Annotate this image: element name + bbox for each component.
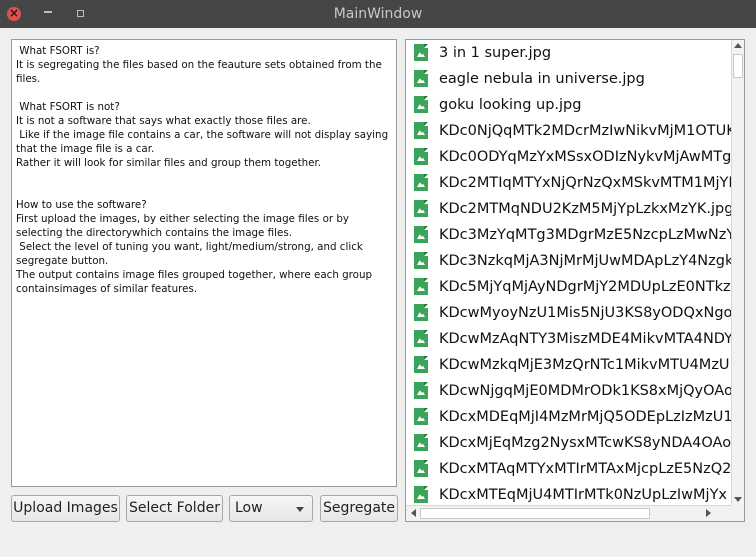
image-file-icon xyxy=(414,174,428,191)
scroll-left-icon[interactable] xyxy=(411,509,416,517)
vertical-scrollbar[interactable] xyxy=(731,40,744,505)
image-file-icon xyxy=(414,486,428,503)
list-item[interactable]: KDc2MTMqNDU2KzM5MjYpLzkxMzYK.jpg xyxy=(406,196,732,222)
image-file-icon xyxy=(414,434,428,451)
scroll-up-icon[interactable] xyxy=(734,43,742,48)
image-file-icon xyxy=(414,200,428,217)
list-item[interactable]: KDc3NzkqMjA3NjMrMjUwMDApLzY4Nzgk xyxy=(406,248,732,274)
list-item[interactable]: KDcxMTEqMjU4MTIrMTk0NzUpLzIwMjYx xyxy=(406,482,732,505)
list-item[interactable]: goku looking up.jpg xyxy=(406,92,732,118)
image-file-icon xyxy=(414,460,428,477)
list-item[interactable]: KDcwMzAqNTY3MiszMDE4MikvMTA4NDY xyxy=(406,326,732,352)
list-item[interactable]: 3 in 1 super.jpg xyxy=(406,40,732,66)
file-name: KDcwMyoyNzU1Mis5NjU3KS8yODQxNgo= xyxy=(439,305,732,321)
window-title: MainWindow xyxy=(333,6,423,22)
file-name: KDcxMTEqMjU4MTIrMTk0NzUpLzIwMjYx xyxy=(439,487,728,503)
image-file-icon xyxy=(414,304,428,321)
file-list[interactable]: 3 in 1 super.jpg eagle nebula in universe… xyxy=(405,39,745,522)
vertical-scroll-thumb[interactable] xyxy=(733,54,743,78)
select-folder-button[interactable]: Select Folder xyxy=(126,495,223,522)
image-file-icon xyxy=(414,44,428,61)
file-name: KDc2MTMqNDU2KzM5MjYpLzkxMzYK.jpg xyxy=(439,201,732,217)
list-item[interactable]: KDc3MzYqMTg3MDgrMzE5NzcpLzMwNzY xyxy=(406,222,732,248)
list-item[interactable]: KDcwNjgqMjE0MDMrODk1KS8xMjQyOAo xyxy=(406,378,732,404)
file-name: KDc3NzkqMjA3NjMrMjUwMDApLzY4Nzgk xyxy=(439,253,732,269)
file-name: KDc0NjQqMTk2MDcrMzIwNikvMjM1OTUK xyxy=(439,123,732,139)
file-name: goku looking up.jpg xyxy=(439,97,582,113)
scroll-corner xyxy=(731,505,744,521)
file-name: KDcwMzAqNTY3MiszMDE4MikvMTA4NDY xyxy=(439,331,732,347)
image-file-icon xyxy=(414,122,428,139)
image-file-icon xyxy=(414,70,428,87)
image-file-icon xyxy=(414,226,428,243)
chevron-down-icon xyxy=(296,507,304,512)
horizontal-scroll-thumb[interactable] xyxy=(420,508,650,519)
level-combo-value: Low xyxy=(235,500,263,516)
image-file-icon xyxy=(414,356,428,373)
file-name: KDcxMDEqMjI4MzMrMjQ5ODEpLzIzMzU1 xyxy=(439,409,732,425)
title-bar: × MainWindow xyxy=(0,0,756,28)
image-file-icon xyxy=(414,252,428,269)
file-name: KDcxMTAqMTYxMTIrMTAxMjcpLzE5NzQ2 xyxy=(439,461,732,477)
image-file-icon xyxy=(414,278,428,295)
list-item[interactable]: eagle nebula in universe.jpg xyxy=(406,66,732,92)
file-name: eagle nebula in universe.jpg xyxy=(439,71,645,87)
list-item[interactable]: KDcwMzkqMjE3MzQrNTc1MikvMTU4MzU xyxy=(406,352,732,378)
upload-images-button[interactable]: Upload Images xyxy=(11,495,120,522)
scroll-down-icon[interactable] xyxy=(734,497,742,502)
file-name: KDc5MjYqMjAyNDgrMjY2MDUpLzE0NTkz xyxy=(439,279,731,295)
scroll-right-icon[interactable] xyxy=(706,509,711,517)
list-item[interactable]: KDc5MjYqMjAyNDgrMjY2MDUpLzE0NTkz xyxy=(406,274,732,300)
list-item[interactable]: KDcxMTAqMTYxMTIrMTAxMjcpLzE5NzQ2 xyxy=(406,456,732,482)
horizontal-scrollbar[interactable] xyxy=(406,505,732,521)
list-item[interactable]: KDc2MTIqMTYxNjQrNzQxMSkvMTM1MjYK xyxy=(406,170,732,196)
list-item[interactable]: KDcxMDEqMjI4MzMrMjQ5ODEpLzIzMzU1 xyxy=(406,404,732,430)
image-file-icon xyxy=(414,148,428,165)
list-item[interactable]: KDc0NjQqMTk2MDcrMzIwNikvMjM1OTUK xyxy=(406,118,732,144)
image-file-icon xyxy=(414,96,428,113)
image-file-icon xyxy=(414,330,428,347)
image-file-icon xyxy=(414,382,428,399)
file-name: KDc0ODYqMzYxMSsxODIzNykvMjAwMTg xyxy=(439,149,732,165)
list-item[interactable]: KDcwMyoyNzU1Mis5NjU3KS8yODQxNgo= xyxy=(406,300,732,326)
list-item[interactable]: KDc0ODYqMzYxMSsxODIzNykvMjAwMTg xyxy=(406,144,732,170)
file-list-rows: 3 in 1 super.jpg eagle nebula in universe… xyxy=(406,40,732,505)
info-text-area[interactable]: What FSORT is? It is segregating the fil… xyxy=(11,39,397,487)
list-item[interactable]: KDcxMjEqMzg2NysxMTcwKS8yNDA4OAo xyxy=(406,430,732,456)
file-name: KDcwMzkqMjE3MzQrNTc1MikvMTU4MzU xyxy=(439,357,730,373)
file-name: KDcwNjgqMjE0MDMrODk1KS8xMjQyOAo xyxy=(439,383,732,399)
segregate-button[interactable]: Segregate xyxy=(320,495,398,522)
image-file-icon xyxy=(414,408,428,425)
file-name: KDc3MzYqMTg3MDgrMzE5NzcpLzMwNzY xyxy=(439,227,732,243)
file-name: KDc2MTIqMTYxNjQrNzQxMSkvMTM1MjYK xyxy=(439,175,732,191)
file-name: 3 in 1 super.jpg xyxy=(439,45,552,61)
file-name: KDcxMjEqMzg2NysxMTcwKS8yNDA4OAo xyxy=(439,435,732,451)
level-combo[interactable]: Low xyxy=(229,495,313,522)
